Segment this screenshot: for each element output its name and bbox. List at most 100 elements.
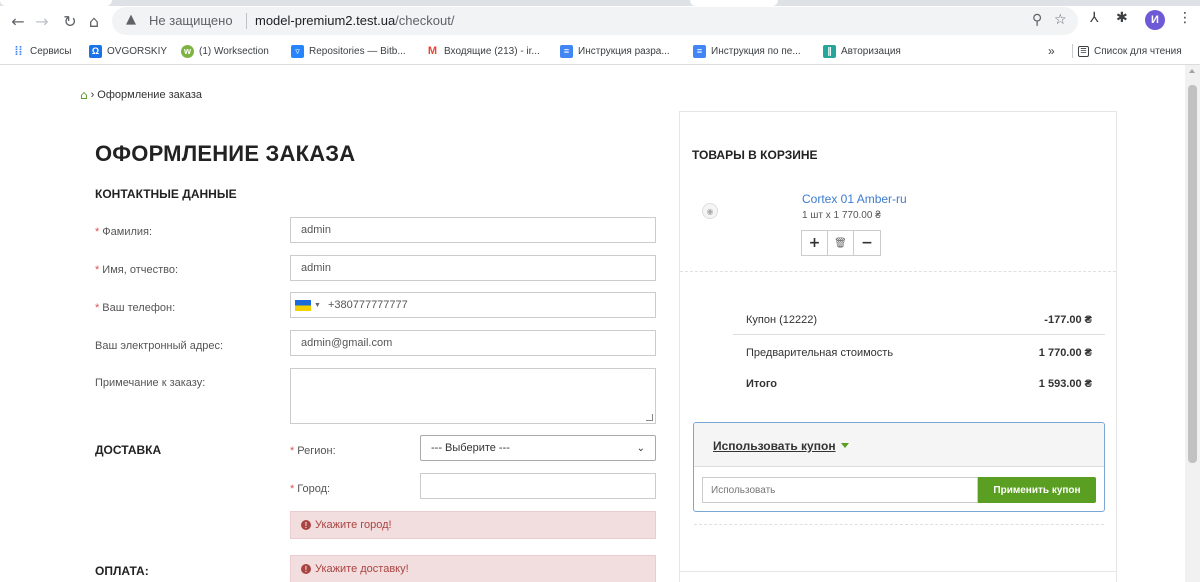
lastname-label: * Фамилия:	[95, 226, 152, 238]
email-value: admin@gmail.com	[301, 337, 393, 349]
email-label-text: Ваш электронный адрес:	[95, 340, 224, 352]
home-icon[interactable]: ⌂	[80, 88, 88, 102]
bookmark-label: (1) Worksection	[199, 45, 269, 57]
worksection-icon: w	[181, 44, 194, 58]
product-qty-price: 1 шт x 1 770.00 ₴	[802, 210, 881, 221]
qty-controls: + 🗑 −	[801, 230, 881, 256]
firstname-label-text: Имя, отчество:	[102, 264, 179, 276]
coupon-header[interactable]: Использовать купон	[694, 423, 1104, 467]
phone-value: +380777777777	[327, 299, 408, 311]
city-label: * Город:	[290, 483, 330, 495]
required-mark: *	[290, 483, 295, 495]
bookmark-instruction-dev[interactable]: ≡ Инструкция разра...	[560, 43, 670, 59]
menu-icon[interactable]: ⋮	[1178, 10, 1192, 26]
decrease-qty-button[interactable]: −	[854, 231, 880, 255]
bookmark-worksection[interactable]: w (1) Worksection	[181, 43, 269, 59]
city-error-alert: ! Укажите город!	[290, 511, 656, 539]
reload-icon[interactable]: ↻	[58, 9, 82, 33]
extension-icon[interactable]: ⅄	[1090, 10, 1099, 26]
reading-list-icon: ≡	[1078, 45, 1089, 57]
region-label-text: Регион:	[297, 445, 336, 457]
bookmark-instruction-use[interactable]: ≡ Инструкция по пе...	[693, 43, 801, 59]
phone-input[interactable]: ▼ +380777777777	[290, 292, 656, 318]
page-scrollbar[interactable]	[1185, 65, 1200, 582]
star-icon[interactable]: ☆	[1054, 12, 1067, 28]
lastname-input[interactable]: admin	[290, 217, 656, 243]
ovgorskiy-icon: Ω	[89, 44, 102, 58]
breadcrumb: ⌂ › Оформление заказа	[80, 88, 202, 102]
page-title: ОФОРМЛЕНИЕ ЗАКАЗА	[95, 141, 356, 166]
error-icon: !	[301, 520, 311, 530]
country-caret-icon[interactable]: ▼	[314, 302, 321, 309]
bookmarks-more[interactable]: »	[1048, 43, 1055, 59]
reading-list-label: Список для чтения	[1094, 45, 1182, 57]
product-image-placeholder-icon[interactable]: ◉	[702, 203, 718, 219]
cart-bottom-divider	[680, 571, 1116, 572]
chevron-down-icon: ⌄	[636, 442, 645, 454]
total-value: -177.00 ₴	[1044, 314, 1092, 326]
city-error-text: Укажите город!	[315, 519, 392, 531]
scroll-up-icon[interactable]	[1189, 69, 1195, 73]
bookmark-gmail[interactable]: M Входящие (213) - ir...	[426, 43, 540, 59]
email-input[interactable]: admin@gmail.com	[290, 330, 656, 356]
trash-icon[interactable]: 🗑	[828, 231, 854, 255]
firstname-input[interactable]: admin	[290, 255, 656, 281]
total-value: 1 593.00 ₴	[1038, 378, 1092, 390]
bookmark-label: OVGORSKIY	[107, 45, 168, 57]
coupon-box: Использовать купон Использовать Применит…	[693, 422, 1105, 512]
docs-icon: ≡	[560, 44, 573, 58]
required-mark: *	[95, 226, 100, 238]
browser-toolbar: ← → ↻ ⌂ ▲ Не защищено model-premium2.tes…	[0, 6, 1200, 36]
puzzle-icon[interactable]: ✱	[1116, 10, 1128, 26]
totals-separator	[733, 334, 1105, 335]
url-host: model-premium2.test.ua	[255, 13, 396, 28]
url-text[interactable]: model-premium2.test.ua/checkout/	[255, 13, 454, 28]
cart-title: ТОВАРЫ В КОРЗИНЕ	[692, 148, 818, 162]
profile-avatar[interactable]: И	[1145, 10, 1165, 30]
zoom-icon[interactable]: ⚲	[1032, 12, 1042, 28]
total-row-subtotal: Предварительная стоимость 1 770.00 ₴	[733, 338, 1105, 368]
back-icon[interactable]: ←	[6, 9, 30, 33]
bookmarks-divider	[1072, 44, 1073, 58]
address-divider	[246, 13, 247, 29]
breadcrumb-separator: ›	[90, 89, 95, 101]
resize-handle-icon[interactable]	[646, 414, 653, 421]
coupon-divider	[694, 524, 1104, 525]
scrollbar-thumb[interactable]	[1188, 85, 1197, 463]
coupon-input[interactable]: Использовать	[702, 477, 978, 503]
increase-qty-button[interactable]: +	[802, 231, 828, 255]
bookmark-bitbucket[interactable]: ▿ Repositories — Bitb...	[291, 43, 406, 59]
ukraine-flag-icon[interactable]	[295, 299, 311, 311]
bookmark-label: Входящие (213) - ir...	[444, 45, 540, 57]
address-bar[interactable]: ▲ Не защищено model-premium2.test.ua/che…	[112, 7, 1078, 35]
coupon-toggle-link[interactable]: Использовать купон	[713, 439, 836, 453]
coupon-placeholder: Использовать	[711, 484, 776, 496]
payment-error-text: Укажите доставку!	[315, 563, 409, 575]
comment-label: Примечание к заказу:	[95, 377, 205, 389]
bookmark-label: Repositories — Bitb...	[309, 45, 406, 57]
bitbucket-icon: ▿	[291, 44, 304, 58]
bookmark-ovgorskiy[interactable]: Ω OVGORSKIY	[89, 43, 167, 59]
security-label[interactable]: Не защищено	[149, 13, 233, 28]
bookmark-authorization[interactable]: ∥ Авторизация	[823, 43, 901, 59]
gmail-icon: M	[427, 45, 438, 57]
region-select[interactable]: --- Выберите --- ⌄	[420, 435, 656, 461]
phone-label-text: Ваш телефон:	[102, 302, 176, 314]
reading-list[interactable]: ≡ Список для чтения	[1078, 43, 1182, 59]
required-mark: *	[290, 445, 295, 457]
warning-icon[interactable]: ▲	[126, 12, 136, 27]
bookmark-services[interactable]: ⁞⁞ Сервисы	[12, 43, 72, 59]
home-icon[interactable]: ⌂	[82, 9, 106, 33]
comment-textarea[interactable]	[290, 368, 656, 424]
docs-icon: ≡	[693, 44, 706, 58]
forward-icon[interactable]: →	[30, 9, 54, 33]
product-name-link[interactable]: Cortex 01 Amber-ru	[802, 192, 907, 206]
lastname-value: admin	[301, 224, 331, 236]
caret-down-icon[interactable]	[841, 443, 849, 448]
apply-coupon-button[interactable]: Применить купон	[978, 477, 1096, 503]
firstname-value: admin	[301, 262, 331, 274]
delivery-section-title: ДОСТАВКА	[95, 443, 162, 457]
city-input[interactable]	[420, 473, 656, 499]
bookmark-label: Сервисы	[30, 45, 72, 57]
comment-label-text: Примечание к заказу:	[95, 377, 206, 389]
